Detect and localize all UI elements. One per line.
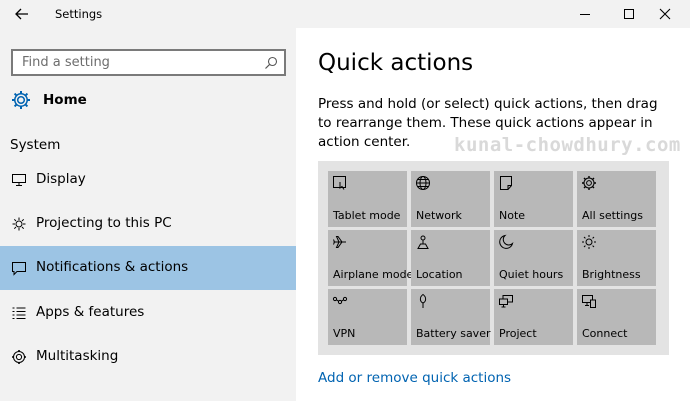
tile-label: All settings	[582, 209, 643, 222]
connect-icon	[582, 295, 596, 308]
location-icon	[417, 235, 429, 249]
tablet-mode-icon	[333, 176, 346, 190]
add-remove-quick-actions-link[interactable]: Add or remove quick actions	[318, 370, 511, 386]
sidebar-item-multitasking[interactable]: Multitasking	[0, 335, 296, 379]
quick-action-tile-all-settings[interactable]: All settings	[577, 171, 656, 227]
tile-label: Tablet mode	[333, 209, 401, 222]
airplane-icon	[333, 236, 346, 248]
sidebar-item-apps[interactable]: Apps & features	[0, 291, 296, 335]
section-title-system: System	[10, 137, 61, 153]
home-label: Home	[43, 92, 87, 108]
title-bar: Settings	[0, 0, 690, 28]
sidebar-item-label: Apps & features	[36, 304, 145, 320]
quick-action-tile-note[interactable]: Note	[494, 171, 573, 227]
tile-label: Battery saver	[416, 327, 491, 340]
apps-list-icon	[12, 307, 26, 320]
search-placeholder: Find a setting	[22, 55, 110, 70]
quick-action-tile-vpn[interactable]: VPN	[328, 289, 407, 345]
sidebar-item-label: Display	[36, 171, 86, 187]
close-icon[interactable]	[657, 6, 673, 22]
projecting-icon	[12, 217, 26, 231]
tile-label: Note	[499, 209, 526, 222]
tile-label: Project	[499, 327, 537, 340]
quick-action-tile-project[interactable]: Project	[494, 289, 573, 345]
back-arrow-icon[interactable]	[14, 6, 30, 22]
sidebar: Find a setting Home System Display Proje…	[0, 28, 296, 401]
multitasking-icon	[12, 350, 26, 364]
search-input[interactable]: Find a setting	[11, 49, 286, 76]
tile-label: Location	[416, 268, 463, 281]
quick-action-tile-quiet-hours[interactable]: Quiet hours	[494, 230, 573, 286]
project-icon	[499, 295, 513, 308]
tile-label: Connect	[582, 327, 628, 340]
display-icon	[12, 174, 26, 186]
gear-icon	[12, 91, 30, 109]
quick-action-tile-connect[interactable]: Connect	[577, 289, 656, 345]
tile-label: VPN	[333, 327, 356, 340]
quick-action-tile-brightness[interactable]: Brightness	[577, 230, 656, 286]
sidebar-item-label: Projecting to this PC	[36, 215, 172, 231]
notifications-icon	[12, 262, 26, 276]
tile-label: Network	[416, 209, 462, 222]
quick-action-tile-airplane-mode[interactable]: Airplane mode	[328, 230, 413, 286]
sidebar-item-display[interactable]: Display	[0, 158, 296, 202]
vpn-icon	[332, 296, 348, 305]
tile-label: Quiet hours	[499, 268, 564, 281]
home-link[interactable]: Home	[10, 89, 290, 113]
note-icon	[500, 176, 512, 190]
network-globe-icon	[416, 176, 430, 190]
sidebar-item-label: Notifications & actions	[36, 259, 189, 275]
quick-action-tile-network[interactable]: Network	[411, 171, 490, 227]
moon-icon	[499, 234, 514, 249]
tile-label: Brightness	[582, 268, 641, 281]
quick-action-tile-tablet-mode[interactable]: Tablet mode	[328, 171, 407, 227]
quick-action-tile-battery-saver[interactable]: Battery saver	[411, 289, 490, 345]
quick-action-tile-location[interactable]: Location	[411, 230, 490, 286]
minimize-icon[interactable]	[577, 6, 593, 22]
brightness-sun-icon	[582, 235, 596, 249]
tile-label: Airplane mode	[333, 268, 414, 281]
page-title: Quick actions	[318, 50, 474, 76]
sidebar-item-notifications[interactable]: Notifications & actions	[0, 246, 296, 290]
main-content: Quick actions Press and hold (or select)…	[296, 28, 690, 401]
window-title: Settings	[55, 7, 103, 21]
battery-saver-icon	[419, 293, 427, 308]
maximize-icon[interactable]	[621, 6, 637, 22]
settings-gear-icon	[582, 176, 596, 190]
search-icon[interactable]	[264, 56, 278, 70]
watermark-text: kunal-chowdhury.com	[454, 134, 681, 156]
sidebar-item-projecting[interactable]: Projecting to this PC	[0, 202, 296, 246]
quick-actions-grid: Tablet mode Network Note All settings Ai…	[318, 161, 669, 355]
sidebar-item-label: Multitasking	[36, 348, 119, 364]
